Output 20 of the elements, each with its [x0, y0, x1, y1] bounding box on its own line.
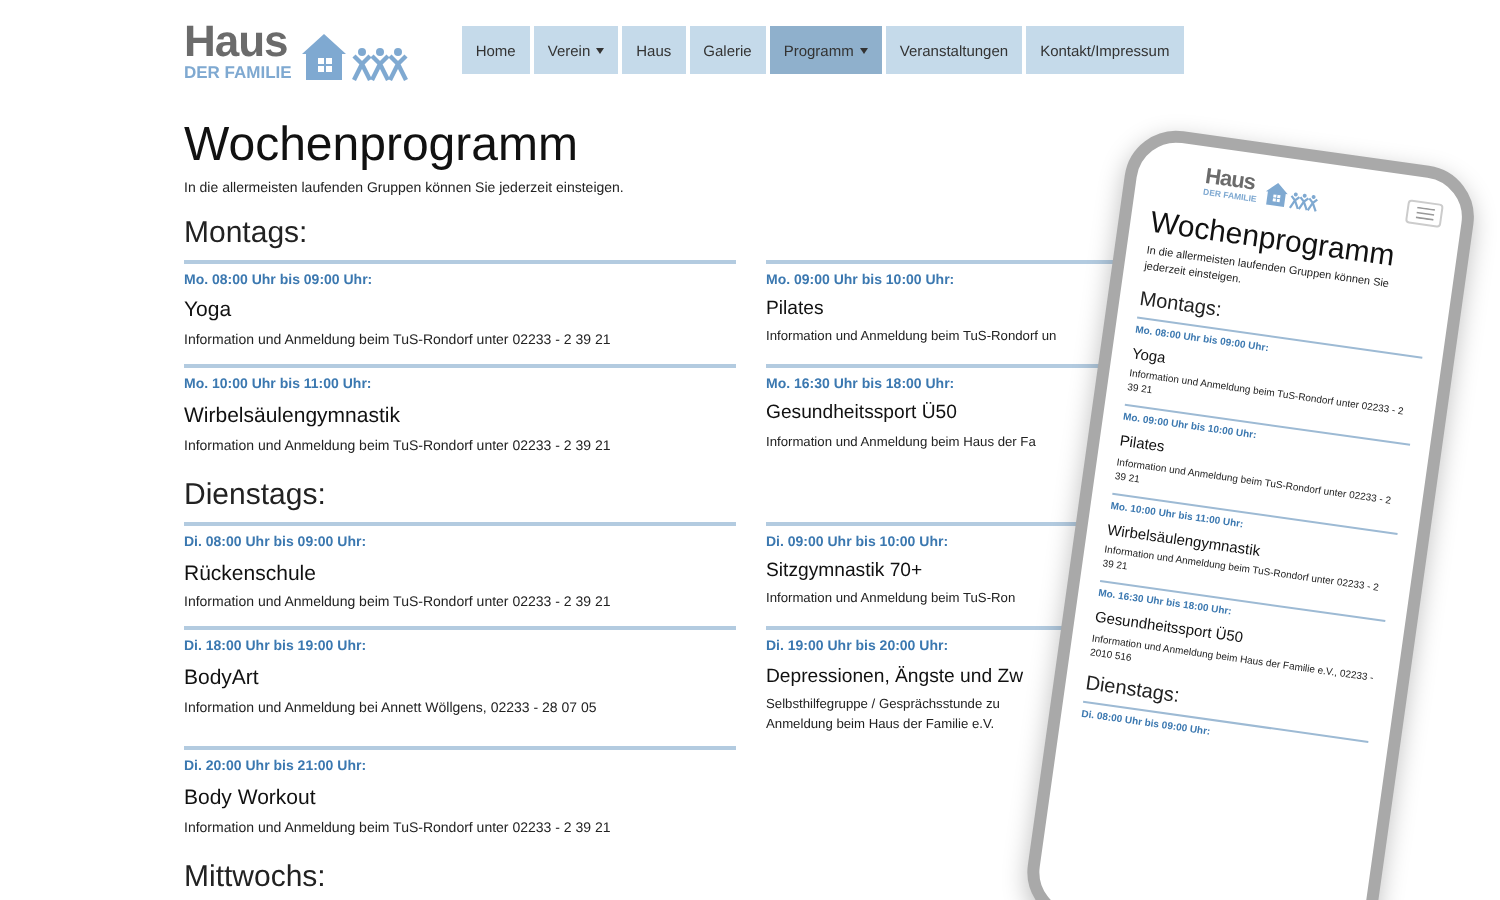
- day-heading: Dienstags:: [1084, 672, 1181, 708]
- course-title: Sitzgymnastik 70+: [766, 560, 923, 583]
- logo-subtitle: DER FAMILIE: [184, 64, 292, 81]
- day-heading: Dienstags:: [184, 477, 326, 512]
- course-title: Body Workout: [184, 785, 316, 810]
- page-title: Wochenprogramm: [184, 117, 578, 173]
- course-title: Wirbelsäulengymnastik: [184, 403, 400, 428]
- house-people-icon: [1261, 179, 1321, 214]
- day-heading: Montags:: [1138, 288, 1223, 322]
- course-title: Gesundheitssport Ü50: [766, 402, 957, 425]
- course-title: BodyArt: [184, 666, 259, 691]
- course-title: Yoga: [184, 298, 232, 323]
- course-title: Pilates: [766, 297, 824, 320]
- menu-icon[interactable]: [1405, 198, 1444, 228]
- course-title: Depressionen, Ängste und Zw: [766, 665, 1024, 688]
- house-people-icon: [297, 29, 410, 81]
- day-heading: Montags:: [184, 215, 308, 249]
- logo-title: Haus: [184, 20, 290, 64]
- course-title: Rückenschule: [184, 561, 316, 586]
- day-heading: Mittwochs:: [184, 859, 326, 894]
